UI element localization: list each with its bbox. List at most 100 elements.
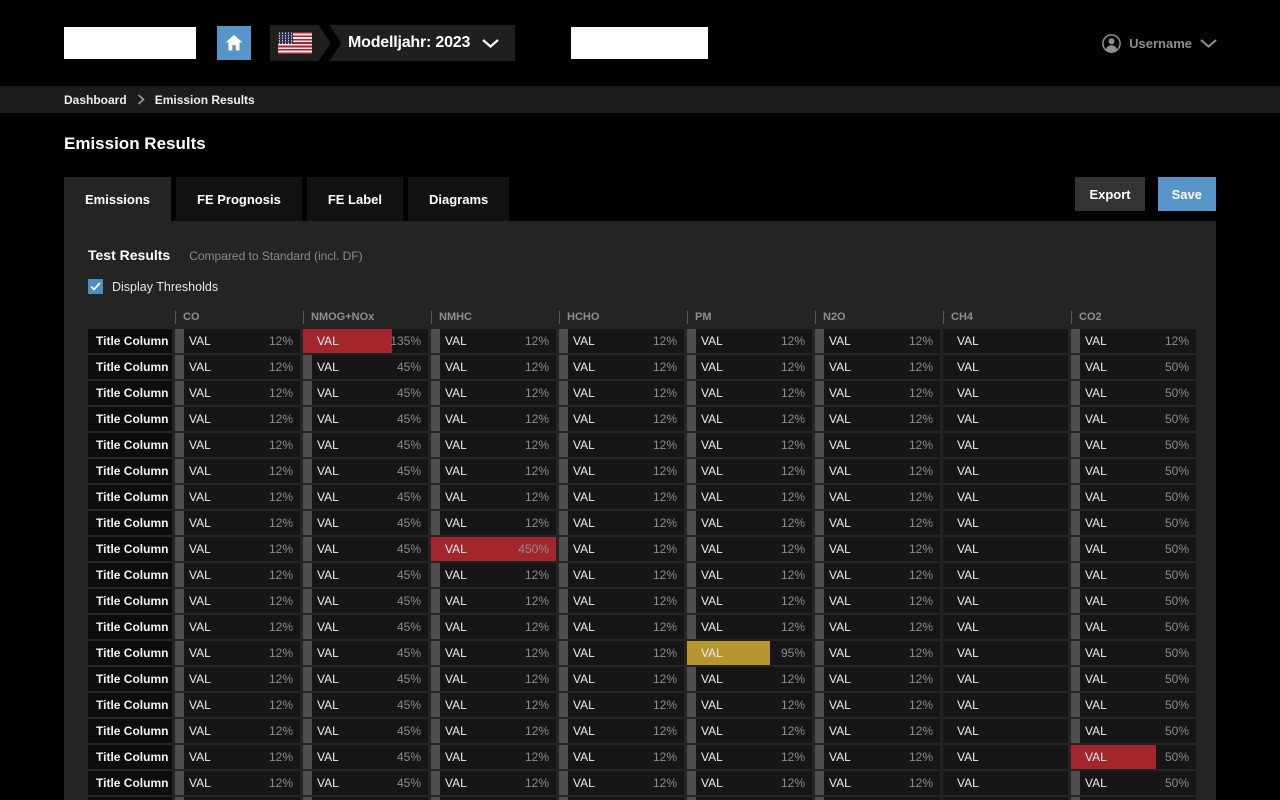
row-marker bbox=[687, 407, 696, 431]
result-cell: VAL bbox=[943, 719, 1068, 743]
row-marker bbox=[687, 667, 696, 691]
result-cell: VAL12% bbox=[559, 667, 684, 691]
cell-value: VAL bbox=[573, 433, 595, 457]
cell-value: VAL bbox=[189, 329, 211, 353]
row-title-cell: Title Column bbox=[88, 407, 172, 431]
cell-value: VAL bbox=[317, 381, 339, 405]
cell-value: VAL bbox=[1085, 615, 1107, 639]
result-cell: VAL12% bbox=[175, 355, 300, 379]
cell-percent: 50% bbox=[1165, 615, 1189, 639]
home-button[interactable] bbox=[217, 26, 251, 60]
result-cell: VAL50% bbox=[1071, 719, 1196, 743]
cell-percent: 12% bbox=[653, 511, 677, 535]
cell-percent: 12% bbox=[909, 459, 933, 483]
tab-emissions[interactable]: Emissions bbox=[64, 177, 171, 221]
cell-percent: 12% bbox=[909, 563, 933, 587]
user-menu[interactable]: Username bbox=[1102, 0, 1217, 86]
table-row: Title ColumnVAL12%VAL45%VAL12%VAL12%VAL1… bbox=[88, 381, 1216, 405]
export-button[interactable]: Export bbox=[1075, 177, 1144, 211]
row-marker bbox=[431, 667, 440, 691]
result-cell: VAL12% bbox=[559, 381, 684, 405]
row-marker bbox=[303, 693, 312, 717]
row-marker bbox=[687, 615, 696, 639]
cell-value: VAL bbox=[701, 485, 723, 509]
row-marker bbox=[303, 745, 312, 769]
row-title-cell: Title Column bbox=[88, 329, 172, 353]
row-marker bbox=[559, 459, 568, 483]
cell-value: VAL bbox=[829, 641, 851, 665]
cell-percent: 50% bbox=[1165, 537, 1189, 561]
row-marker bbox=[815, 511, 824, 535]
thresholds-label: Display Thresholds bbox=[112, 280, 218, 294]
cell-percent: 12% bbox=[653, 693, 677, 717]
cell-percent: 50% bbox=[1165, 719, 1189, 743]
cell-percent: 12% bbox=[909, 511, 933, 535]
cell-value: VAL bbox=[189, 433, 211, 457]
result-cell: VAL45% bbox=[303, 693, 428, 717]
cell-percent: 12% bbox=[653, 537, 677, 561]
model-year-selector[interactable]: Modelljahr: 2023 bbox=[270, 25, 515, 61]
result-cell: VAL12% bbox=[687, 511, 812, 535]
result-cell: VAL45% bbox=[303, 771, 428, 795]
result-cell: VAL12% bbox=[559, 459, 684, 483]
cell-value: VAL bbox=[445, 641, 467, 665]
row-title-cell: Title Column bbox=[88, 355, 172, 379]
cell-percent: 12% bbox=[909, 329, 933, 353]
table-body: Title ColumnVAL12%VAL135%VAL12%VAL12%VAL… bbox=[88, 329, 1216, 800]
cell-value: VAL bbox=[189, 511, 211, 535]
cell-value: VAL bbox=[829, 355, 851, 379]
breadcrumb-item[interactable]: Dashboard bbox=[64, 93, 127, 107]
result-cell: VAL12% bbox=[431, 407, 556, 431]
result-cell: VAL12% bbox=[815, 433, 940, 457]
result-cell: VAL12% bbox=[559, 563, 684, 587]
cell-value: VAL bbox=[1085, 329, 1107, 353]
display-thresholds-toggle[interactable]: Display Thresholds bbox=[88, 279, 1216, 294]
tab-fe-prognosis[interactable]: FE Prognosis bbox=[176, 177, 302, 221]
cell-percent: 12% bbox=[269, 407, 293, 431]
result-cell: VAL12% bbox=[175, 407, 300, 431]
result-cell: VAL50% bbox=[1071, 511, 1196, 535]
row-title-cell: Title Column bbox=[88, 381, 172, 405]
result-cell: VAL12% bbox=[431, 641, 556, 665]
cell-value: VAL bbox=[317, 355, 339, 379]
cell-percent: 12% bbox=[781, 407, 805, 431]
cell-percent: 45% bbox=[397, 641, 421, 665]
row-marker bbox=[1071, 511, 1080, 535]
cell-percent: 12% bbox=[653, 407, 677, 431]
result-cell: VAL bbox=[943, 641, 1068, 665]
cell-percent: 12% bbox=[269, 745, 293, 769]
breadcrumb-item[interactable]: Emission Results bbox=[155, 93, 255, 107]
result-cell: VAL12% bbox=[687, 719, 812, 743]
tab-fe-label[interactable]: FE Label bbox=[307, 177, 403, 221]
save-button[interactable]: Save bbox=[1158, 177, 1216, 211]
cell-percent: 12% bbox=[525, 667, 549, 691]
row-marker bbox=[815, 771, 824, 795]
result-cell: VAL12% bbox=[559, 693, 684, 717]
cell-percent: 45% bbox=[397, 719, 421, 743]
threshold-bar bbox=[1071, 745, 1156, 769]
row-marker bbox=[431, 511, 440, 535]
result-cell: VAL bbox=[943, 667, 1068, 691]
row-marker bbox=[559, 407, 568, 431]
row-marker bbox=[687, 589, 696, 613]
row-marker bbox=[559, 485, 568, 509]
result-cell: VAL12% bbox=[175, 745, 300, 769]
row-marker bbox=[303, 641, 312, 665]
result-cell: VAL12% bbox=[687, 407, 812, 431]
cell-percent: 12% bbox=[525, 745, 549, 769]
row-title-cell: Title Column bbox=[88, 537, 172, 561]
cell-percent: 50% bbox=[1165, 563, 1189, 587]
cell-value: VAL bbox=[573, 485, 595, 509]
result-cell: VAL50% bbox=[1071, 693, 1196, 717]
row-marker bbox=[815, 641, 824, 665]
cell-value: VAL bbox=[189, 693, 211, 717]
tab-diagrams[interactable]: Diagrams bbox=[408, 177, 509, 221]
section-title: Test Results bbox=[88, 247, 170, 263]
cell-value: VAL bbox=[317, 771, 339, 795]
cell-value: VAL bbox=[573, 771, 595, 795]
chevron-down-icon bbox=[1200, 39, 1217, 48]
thresholds-checkbox[interactable] bbox=[88, 279, 103, 294]
result-cell: VAL12% bbox=[175, 511, 300, 535]
cell-value: VAL bbox=[829, 589, 851, 613]
cell-value: VAL bbox=[317, 745, 339, 769]
